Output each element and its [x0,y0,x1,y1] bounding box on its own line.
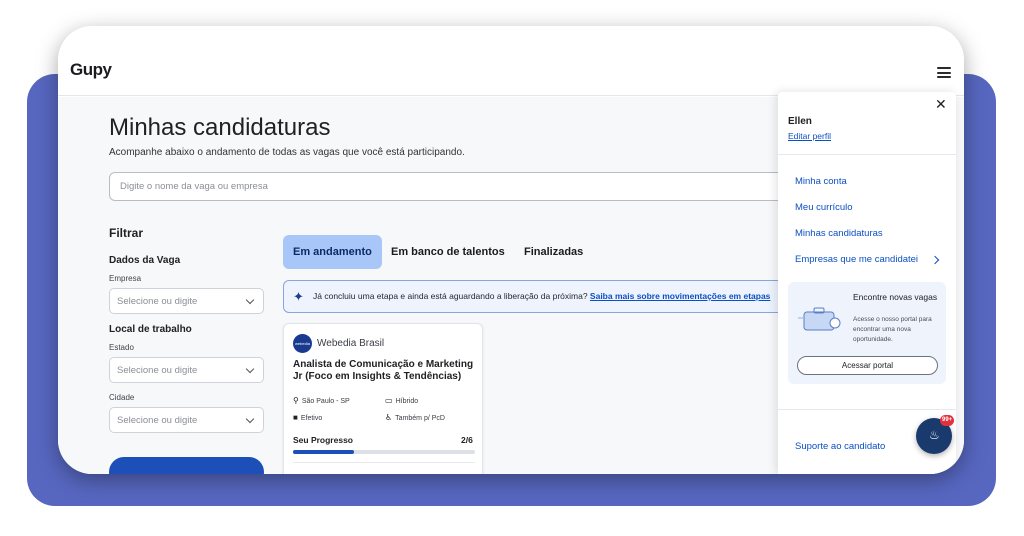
search-input-wrapper [109,172,809,201]
city-select-value: Selecione ou digite [117,415,198,426]
progress-fill [293,450,354,454]
page-title: Minhas candidaturas [109,114,331,141]
search-input[interactable] [110,173,808,200]
chat-fab-button[interactable]: ♨ 99+ [916,415,955,454]
state-label: Estado [109,343,134,352]
job-location: ⚲ São Paulo - SP [293,396,350,405]
job-pcd: ♿ Também p/ PcD [385,413,445,422]
tab-banco-de-talentos[interactable]: Em banco de talentos [391,235,505,269]
job-data-label: Dados da Vaga [109,255,181,266]
menu-item-empresas[interactable]: Empresas que me candidatei [795,254,918,265]
filter-title: Filtrar [109,226,144,240]
hamburger-icon[interactable] [937,67,951,78]
access-portal-button[interactable]: Acessar portal [797,356,938,375]
browser-frame: Gupy Minhas candidaturas Acompanhe abaix… [58,26,964,474]
menu-item-minha-conta[interactable]: Minha conta [795,176,847,187]
progress-label: Seu Progresso [293,435,353,445]
notification-badge: 99+ [940,415,955,426]
company-select-value: Selecione ou digite [117,296,198,307]
company-logo: webedia [293,334,312,353]
portal-promo-card: Encontre novas vagas Acesse o nosso port… [788,282,946,384]
chevron-right-icon [930,255,940,265]
accessibility-icon: ♿ [385,413,393,422]
company-label: Empresa [109,274,142,283]
sparkle-icon: ✦ [293,289,304,304]
promo-description: Acesse o nosso portal para encontrar uma… [853,316,932,343]
progress-track [293,450,475,454]
job-location-text: São Paulo - SP [301,398,350,405]
page-subtitle: Acompanhe abaixo o andamento de todas as… [109,147,465,158]
chevron-down-icon [245,364,255,374]
job-workplace-text: Híbrido [395,398,419,405]
company-name: Webedia Brasil [317,338,385,349]
state-select[interactable]: Selecione ou digite [109,357,264,383]
briefcase-illustration-icon [798,307,841,331]
chevron-down-icon [245,414,255,424]
job-contract: ■ Efetivo [293,413,322,422]
location-label: Local de trabalho [109,324,192,335]
flame-icon: ♨ [929,428,940,442]
gupy-logo[interactable]: Gupy [70,60,112,80]
job-contract-text: Efetivo [300,415,323,422]
menu-divider [778,409,956,410]
promo-title: Encontre novas vagas [853,292,938,302]
progress-value: 2/6 [461,435,473,445]
menu-item-minhas-candidaturas[interactable]: Minhas candidaturas [795,228,883,239]
edit-profile-link[interactable]: Editar perfil [788,131,831,141]
job-pcd-text: Também p/ PcD [395,415,445,422]
info-banner: ✦ Já concluiu uma etapa e ainda está agu… [283,280,783,313]
close-icon[interactable]: ✕ [935,96,947,113]
city-label: Cidade [109,393,135,402]
tab-finalizadas[interactable]: Finalizadas [524,235,583,269]
state-select-value: Selecione ou digite [117,365,198,376]
menu-divider [778,154,956,155]
info-banner-text: Já concluiu uma etapa e ainda está aguar… [313,291,590,301]
user-name: Ellen [788,116,812,127]
menu-item-suporte[interactable]: Suporte ao candidato [795,441,885,452]
info-banner-link[interactable]: Saiba mais sobre movimentações em etapas [590,291,770,301]
card-divider [293,462,475,463]
city-select[interactable]: Selecione ou digite [109,407,264,433]
company-select[interactable]: Selecione ou digite [109,288,264,314]
chevron-down-icon [245,295,255,305]
location-pin-icon: ⚲ [293,396,299,405]
application-card[interactable]: webedia Webedia Brasil Analista de Comun… [283,323,483,474]
job-title[interactable]: Analista de Comunicação e Marketing Jr (… [293,359,478,383]
apply-filter-button[interactable] [109,457,264,474]
briefcase-icon: ■ [293,413,298,422]
monitor-icon: ▭ [385,396,393,405]
tab-em-andamento[interactable]: Em andamento [283,235,382,269]
job-workplace: ▭ Híbrido [385,396,418,405]
menu-item-meu-curriculo[interactable]: Meu currículo [795,202,853,213]
top-navbar: Gupy [58,26,964,96]
user-menu-panel: ✕ Ellen Editar perfil Minha conta Meu cu… [778,92,956,474]
